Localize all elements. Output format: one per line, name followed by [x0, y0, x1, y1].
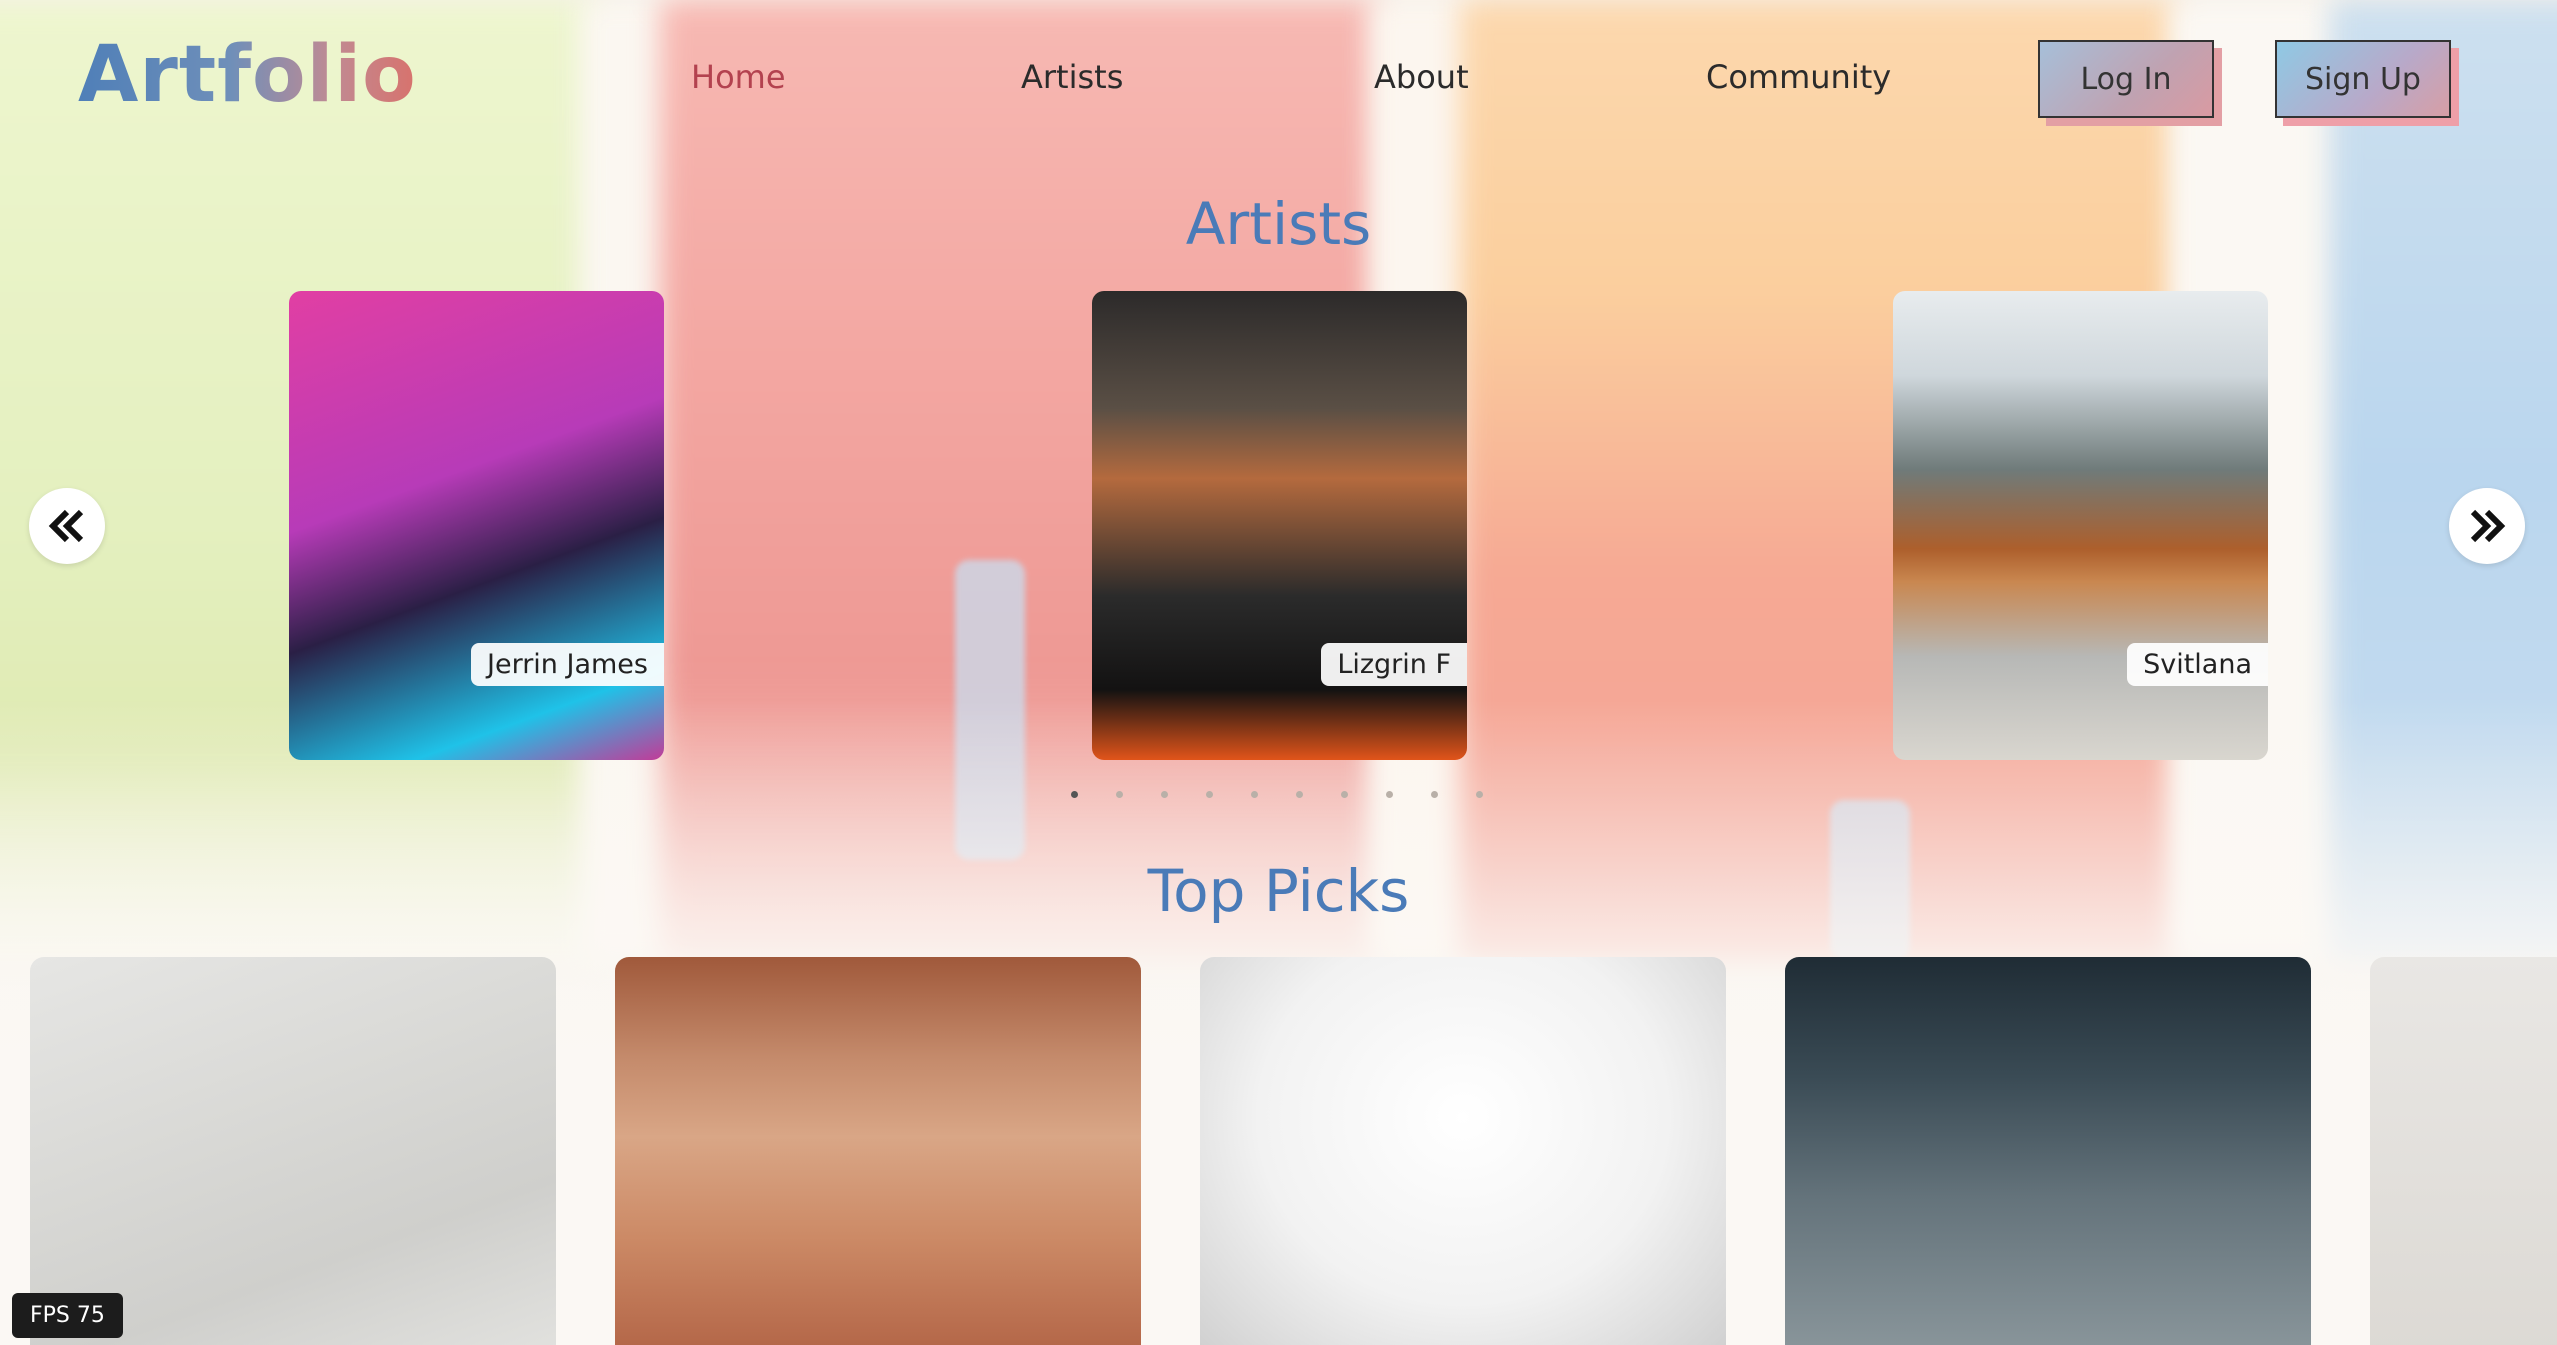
double-chevron-left-icon	[48, 509, 84, 543]
signup-button[interactable]: Sign Up	[2275, 40, 2451, 118]
carousel-prev-button[interactable]	[29, 488, 105, 564]
carousel-dot[interactable]	[1296, 791, 1303, 798]
carousel-dot[interactable]	[1251, 791, 1258, 798]
top-pick-card[interactable]	[2370, 957, 2557, 1345]
top-picks-title: Top Picks	[1147, 857, 1410, 925]
artist-card[interactable]: Lizgrin F	[1092, 291, 1467, 760]
carousel-dot[interactable]	[1341, 791, 1348, 798]
carousel-dot[interactable]	[1476, 791, 1483, 798]
carousel-dot[interactable]	[1116, 791, 1123, 798]
artist-name: Jerrin James	[471, 643, 664, 686]
carousel-dot[interactable]	[1386, 791, 1393, 798]
top-pick-card[interactable]	[615, 957, 1141, 1345]
carousel-dot[interactable]	[1206, 791, 1213, 798]
nav-home[interactable]: Home	[691, 58, 786, 96]
login-button[interactable]: Log In	[2038, 40, 2214, 118]
carousel-dot[interactable]	[1161, 791, 1168, 798]
fps-counter: FPS 75	[12, 1293, 123, 1338]
top-pick-card[interactable]	[1200, 957, 1726, 1345]
top-pick-card[interactable]	[30, 957, 556, 1345]
artist-name: Svitlana	[2127, 643, 2268, 686]
double-chevron-right-icon	[2470, 509, 2506, 543]
site-logo[interactable]: Artfolio	[78, 30, 417, 120]
carousel-dot[interactable]	[1071, 791, 1078, 798]
artist-card[interactable]: Jerrin James	[289, 291, 664, 760]
carousel-pagination	[1071, 791, 1483, 798]
artist-card[interactable]: Svitlana	[1893, 291, 2268, 760]
carousel-dot[interactable]	[1431, 791, 1438, 798]
nav-artists[interactable]: Artists	[1021, 58, 1123, 96]
top-pick-card[interactable]	[1785, 957, 2311, 1345]
artists-section-title: Artists	[1185, 190, 1372, 258]
carousel-next-button[interactable]	[2449, 488, 2525, 564]
artist-name: Lizgrin F	[1321, 643, 1467, 686]
nav-community[interactable]: Community	[1706, 58, 1891, 96]
nav-about[interactable]: About	[1374, 58, 1469, 96]
